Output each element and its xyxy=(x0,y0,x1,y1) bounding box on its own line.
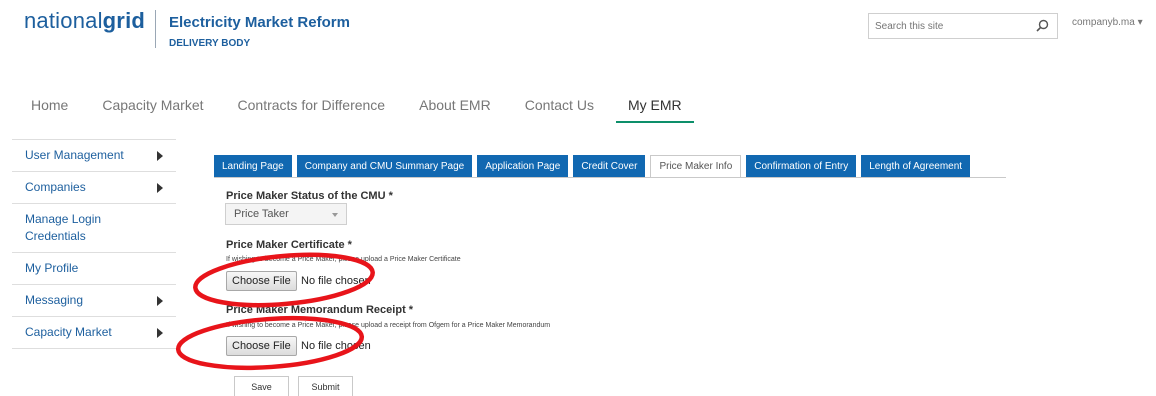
sidebar-item-manage-login-credentials[interactable]: Manage Login Credentials xyxy=(12,204,176,253)
tab-credit-cover[interactable]: Credit Cover xyxy=(573,155,646,178)
submit-button[interactable]: Submit xyxy=(298,376,353,396)
logo-text-bold: grid xyxy=(102,8,146,33)
price-maker-memorandum-label: Price Maker Memorandum Receipt * xyxy=(226,304,414,316)
nav-item-capacity-market[interactable]: Capacity Market xyxy=(102,97,203,121)
sidebar-item-companies[interactable]: Companies xyxy=(12,172,176,204)
site-subtitle: DELIVERY BODY xyxy=(169,38,251,49)
search-input[interactable] xyxy=(869,14,1029,38)
sidebar-item-my-profile[interactable]: My Profile xyxy=(12,253,176,285)
price-maker-certificate-label: Price Maker Certificate * xyxy=(226,239,352,251)
sidebar-item-label: My Profile xyxy=(25,261,79,275)
price-maker-status-value: Price Taker xyxy=(234,208,289,220)
price-maker-status-label: Price Maker Status of the CMU * xyxy=(226,190,393,202)
tab-bar: Landing Page Company and CMU Summary Page… xyxy=(214,155,975,178)
nationalgrid-logo[interactable]: nationalgrid xyxy=(24,8,145,34)
main-navigation: Home Capacity Market Contracts for Differe… xyxy=(31,97,728,123)
tab-price-maker-info[interactable]: Price Maker Info xyxy=(650,155,742,178)
price-maker-status-select[interactable]: Price Taker xyxy=(225,203,347,225)
price-maker-certificate-note: If wishing to become a Price Maker, plea… xyxy=(226,256,461,263)
search-icon[interactable] xyxy=(1034,18,1050,34)
dropdown-caret-icon xyxy=(332,213,338,217)
save-button[interactable]: Save xyxy=(234,376,289,396)
tab-confirmation-of-entry[interactable]: Confirmation of Entry xyxy=(746,155,857,178)
certificate-choose-file-button[interactable]: Choose File xyxy=(226,271,297,291)
sidebar-item-messaging[interactable]: Messaging xyxy=(12,285,176,317)
chevron-right-icon xyxy=(157,182,163,193)
tab-company-and-cmu-summary-page[interactable]: Company and CMU Summary Page xyxy=(296,155,473,178)
sidebar-item-label: Companies xyxy=(25,180,86,194)
chevron-right-icon xyxy=(157,327,163,338)
price-maker-memorandum-note: If wishing to become a Price Maker, plea… xyxy=(226,322,551,329)
logo-text-light: national xyxy=(24,8,103,33)
sidebar-item-label: Messaging xyxy=(25,293,84,307)
site-title: Electricity Market Reform xyxy=(169,14,350,31)
user-account-menu[interactable]: companyb.ma ▾ xyxy=(1072,17,1143,28)
certificate-file-status: No file chosen xyxy=(301,275,371,287)
sidebar-menu: User Management Companies Manage Login Cre… xyxy=(12,139,176,349)
sidebar-item-user-management[interactable]: User Management xyxy=(12,140,176,172)
tab-application-page[interactable]: Application Page xyxy=(477,155,569,178)
chevron-right-icon xyxy=(157,295,163,306)
tab-landing-page[interactable]: Landing Page xyxy=(214,155,292,178)
logo-divider xyxy=(155,10,156,48)
nav-item-about-emr[interactable]: About EMR xyxy=(419,97,491,121)
sidebar-item-label: User Management xyxy=(25,148,124,162)
nav-item-my-emr[interactable]: My EMR xyxy=(615,97,694,123)
nav-item-home[interactable]: Home xyxy=(31,97,68,121)
sidebar-item-label: Capacity Market xyxy=(25,325,112,339)
tab-bar-baseline xyxy=(214,177,1006,178)
nav-item-contracts-for-difference[interactable]: Contracts for Difference xyxy=(238,97,386,121)
chevron-right-icon xyxy=(157,150,163,161)
memorandum-choose-file-button[interactable]: Choose File xyxy=(226,336,297,356)
sidebar-item-capacity-market[interactable]: Capacity Market xyxy=(12,317,176,349)
sidebar-item-label: Manage Login Credentials xyxy=(25,212,102,243)
search-box xyxy=(868,13,1058,39)
nav-item-contact-us[interactable]: Contact Us xyxy=(525,97,594,121)
tab-length-of-agreement[interactable]: Length of Agreement xyxy=(861,155,971,178)
memorandum-file-status: No file chosen xyxy=(301,340,371,352)
